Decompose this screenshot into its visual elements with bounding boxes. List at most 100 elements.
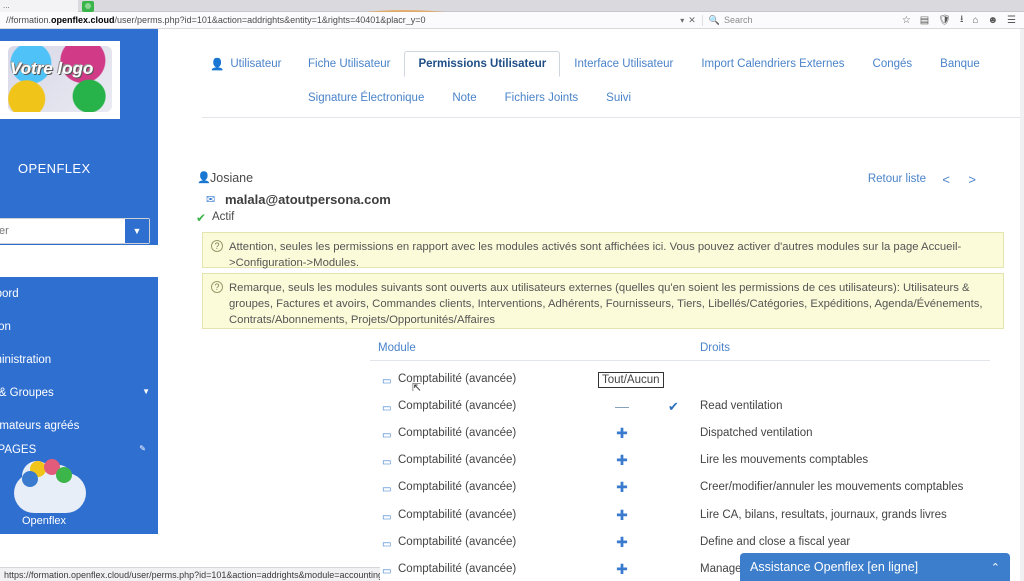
active-status-icon: ✔ (196, 211, 207, 225)
browser-tabstrip: ... (0, 0, 1024, 12)
sidebar-item-formateurs[interactable]: formateurs agréés (0, 420, 79, 432)
tab-permissions-utilisateur[interactable]: Permissions Utilisateur (404, 51, 561, 77)
module-label: Comptabilité (avancée) (398, 536, 517, 548)
tabs-row-secondary: Signature Électronique Note Fichiers Joi… (294, 85, 994, 113)
tab-import-calendriers-externes[interactable]: Import Calendriers Externes (687, 51, 858, 77)
assistance-widget[interactable]: Assistance Openflex [en ligne] ⌃ (740, 553, 1010, 581)
sidebar-item-label: ation (0, 321, 11, 333)
sidebar-item-configuration[interactable]: ation (0, 321, 11, 333)
browser-statusbar: https://formation.openflex.cloud/user/pe… (0, 567, 380, 581)
browser-toolbar-icons: ☆ ▤ 🛡 ⭳ ⌂ ☻ ☰ (902, 12, 1024, 29)
permission-granted-icon: ✔ (668, 399, 679, 414)
chevron-down-icon[interactable]: ▼ (142, 387, 150, 396)
user-breadcrumb-label: Utilisateur (230, 58, 282, 70)
star-icon[interactable]: ☆ (902, 15, 911, 26)
column-header-module: Module (378, 342, 416, 354)
permission-label: Dispatched ventilation (700, 427, 813, 439)
main-content: 👤 Utilisateur Fiche Utilisateur Permissi… (158, 29, 1024, 581)
permission-label: Define and close a fiscal year (700, 536, 851, 548)
add-permission-button[interactable]: ✚ (602, 479, 642, 496)
tab-suivi[interactable]: Suivi (592, 85, 645, 111)
add-permission-button[interactable]: ✚ (602, 425, 642, 442)
tab-signature-electronique[interactable]: Signature Électronique (294, 85, 438, 111)
person-icon: 👤 (197, 172, 211, 184)
mouse-cursor-icon: ⇱ (412, 382, 422, 394)
module-icon: ▭ (382, 457, 392, 468)
tab-note[interactable]: Note (438, 85, 490, 111)
tab-conges[interactable]: Congés (859, 51, 927, 77)
url-domain: openflex.cloud (51, 15, 115, 25)
browser-window: ... //formation.openflex.cloud/user/perm… (0, 0, 1024, 581)
module-icon: ▭ (382, 484, 392, 495)
sidebar-gap (0, 245, 158, 277)
retour-liste-link[interactable]: Retour liste (868, 173, 926, 185)
sidebar-search-select[interactable]: er ▼ (0, 218, 150, 244)
permission-label: Lire CA, bilans, resultats, journaux, gr… (700, 509, 947, 521)
column-header-droits: Droits (700, 342, 731, 354)
search-input[interactable]: 🔍 Search (701, 14, 902, 26)
module-label: Comptabilité (avancée) (398, 509, 517, 521)
add-permission-button[interactable]: ✚ (602, 507, 642, 524)
module-icon: ▭ (382, 430, 392, 441)
home-icon[interactable]: ⌂ (972, 15, 978, 26)
add-permission-button[interactable]: ✚ (602, 534, 642, 551)
chevron-down-icon[interactable]: ▼ (125, 219, 149, 243)
menu-icon[interactable]: ☰ (1007, 15, 1016, 26)
sidebar-item-label: formateurs agréés (0, 420, 80, 432)
browser-tab[interactable]: ... (0, 0, 78, 12)
person-name: Josiane (210, 171, 254, 185)
prev-record-button[interactable]: < (942, 172, 950, 187)
module-icon: ▭ (382, 539, 392, 550)
module-icon: ▭ (382, 566, 392, 577)
sidebar-item-e-pages[interactable]: E-PAGES ✎ (0, 444, 158, 456)
add-permission-button[interactable]: ✚ (602, 561, 642, 578)
account-icon[interactable]: ☻ (988, 15, 999, 26)
divider (202, 117, 1024, 118)
envelope-icon: ✉ (206, 194, 216, 206)
search-icon: 🔍 (708, 14, 721, 25)
logo-artwork-icon (8, 46, 112, 112)
notice-text: Attention, seules les permissions en rap… (229, 241, 962, 269)
module-label: Comptabilité (avancée) (398, 400, 517, 412)
tout-aucun-toggle[interactable]: Tout/Aucun (598, 372, 664, 388)
status-badge: Actif (212, 211, 235, 223)
module-icon: ▭ (382, 403, 392, 414)
brand-name: OPENFLEX (18, 161, 91, 176)
sidebar-item-users-groups[interactable]: rs & Groupes ▼ (0, 387, 158, 399)
tab-banque[interactable]: Banque (926, 51, 994, 77)
search-placeholder: Search (724, 15, 753, 25)
tab-fiche-utilisateur[interactable]: Fiche Utilisateur (294, 51, 404, 77)
module-label: Comptabilité (avancée) (398, 563, 517, 575)
url-prefix: //formation. (6, 15, 52, 25)
permissions-card: 👤 Utilisateur Fiche Utilisateur Permissi… (180, 29, 1024, 581)
notice-text: Remarque, seuls les modules suivants son… (229, 282, 983, 326)
sidebar-item-dashboard[interactable]: e bord (0, 288, 19, 300)
url-text[interactable]: //formation.openflex.cloud/user/perms.ph… (6, 15, 426, 25)
logo-container: Votre logo (0, 41, 120, 119)
person-email[interactable]: malala@atoutpersona.com (225, 192, 391, 207)
logo-blob-green-icon (56, 467, 72, 483)
tab-fichiers-joints[interactable]: Fichiers Joints (491, 85, 593, 111)
pocket-icon[interactable]: ▤ (920, 15, 929, 26)
permission-label: Creer/modifier/annuler les mouvements co… (700, 481, 964, 493)
sidebar-search-placeholder: er (0, 225, 9, 237)
tab-interface-utilisateur[interactable]: Interface Utilisateur (560, 51, 687, 77)
chevron-up-icon[interactable]: ⌃ (991, 561, 1000, 574)
remove-permission-button[interactable]: — (602, 398, 642, 414)
cloud-logo-label: Openflex (22, 515, 67, 527)
add-permission-button[interactable]: ✚ (602, 452, 642, 469)
sidebar-item-administration[interactable]: dministration (0, 354, 51, 366)
download-icon[interactable]: ⭳ (960, 12, 964, 29)
next-record-button[interactable]: > (968, 172, 976, 187)
module-label: Comptabilité (avancée) (398, 427, 517, 439)
page-scrollbar[interactable] (1020, 29, 1024, 581)
notice-modules-externes: ? Remarque, seuls les modules suivants s… (202, 273, 1004, 329)
close-icon[interactable]: ✕ (686, 15, 702, 26)
pencil-icon[interactable]: ✎ (139, 444, 146, 453)
sidebar-item-label: E-PAGES (0, 444, 37, 456)
help-icon: ? (211, 281, 223, 293)
browser-urlbar[interactable]: //formation.openflex.cloud/user/perms.ph… (0, 12, 1024, 29)
browser-tab-favicon[interactable] (82, 1, 94, 12)
shield-icon[interactable]: 🛡 (938, 15, 951, 26)
module-icon: ▭ (382, 512, 392, 523)
